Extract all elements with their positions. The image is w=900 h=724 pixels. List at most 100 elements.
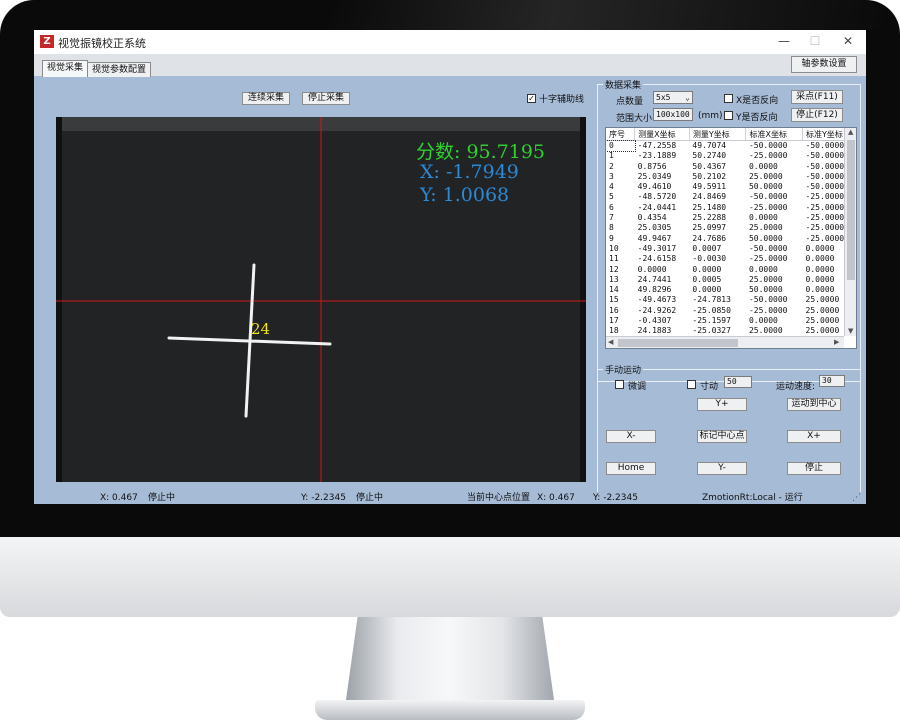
table-cell: -24.0441 (637, 202, 677, 212)
close-button[interactable]: ✕ (838, 33, 858, 49)
sample-point-button[interactable]: 采点(F11) (791, 90, 843, 104)
camera-view[interactable]: 分数: 95.7195 X: -1.7949 Y: 1.0068 24 (56, 117, 586, 482)
table-horizontal-scrollbar[interactable]: ◀ ▶ (606, 336, 844, 348)
table-row[interactable]: 0 -47.2558 49.7074 -50.0000 -50.0000 (606, 139, 856, 153)
app-logo-icon: Z (40, 35, 54, 48)
table-cell: -25.0000 (748, 151, 788, 161)
table-cell: -25.0000 (748, 305, 788, 315)
horizontal-scroll-thumb[interactable] (618, 339, 738, 347)
table-row[interactable]: 3 25.0349 50.2102 25.0000 -50.0000 (606, 172, 856, 182)
table-cell: 6 (609, 202, 614, 212)
table-cell: 0.0007 (692, 243, 722, 253)
x-reverse-label: X是否反向 (736, 96, 779, 106)
table-cell: 49.9467 (637, 233, 672, 243)
table-cell: -24.6158 (637, 254, 677, 264)
speed-input[interactable]: 30 (819, 375, 845, 387)
continuous-capture-button[interactable]: 连续采集 (242, 92, 290, 105)
table-row[interactable]: 1 -23.1889 50.2740 -25.0000 -50.0000 (606, 151, 856, 161)
table-cell: 0.0000 (748, 161, 778, 171)
table-cell: 11 (609, 254, 619, 264)
client-area: 视觉采集 视觉参数配置 轴参数设置 连续采集 停止采集 ✓ 十字辅助线 分数: … (34, 54, 866, 504)
table-cell: 9 (609, 233, 614, 243)
resize-grip-icon[interactable]: ⋰ (852, 492, 861, 504)
x-reverse-checkbox[interactable] (724, 94, 733, 103)
table-row[interactable]: 8 25.0305 25.0997 25.0000 -25.0000 (606, 223, 856, 233)
table-cell: -25.0850 (692, 305, 731, 315)
stop-motion-button[interactable]: 停止 (787, 462, 841, 475)
tab-visual-params[interactable]: 视觉参数配置 (87, 62, 152, 77)
table-cell: 50.0000 (748, 285, 783, 295)
y-readout: Y: 1.0068 (420, 184, 510, 206)
stop-sampling-button[interactable]: 停止(F12) (791, 108, 843, 122)
table-row[interactable]: 16 -24.9262 -25.0850 -25.0000 25.0000 (606, 306, 856, 316)
table-row[interactable]: 13 24.7441 0.0005 25.0000 0.0000 (606, 275, 856, 285)
table-cell: -49.4673 (637, 295, 677, 305)
table-cell: 25.0000 (748, 171, 783, 181)
table-cell: 1 (609, 151, 614, 161)
table-row[interactable]: 14 49.8296 0.0000 50.0000 0.0000 (606, 285, 856, 295)
move-to-center-button[interactable]: 运动到中心 (787, 398, 841, 411)
points-select[interactable]: 5x5 ⌄ (653, 91, 693, 104)
table-row[interactable]: 7 0.4354 25.2288 0.0000 -25.0000 (606, 213, 856, 223)
table-row[interactable]: 17 -0.4307 -25.1597 0.0000 25.0000 (606, 316, 856, 326)
range-input[interactable]: 100x100 (653, 108, 693, 121)
inch-move-checkbox[interactable] (687, 380, 696, 389)
table-row[interactable]: 6 -24.0441 25.1480 -25.0000 -25.0000 (606, 203, 856, 213)
x-minus-button[interactable]: X- (606, 430, 656, 443)
table-row[interactable]: 2 0.8756 50.4367 0.0000 -50.0000 (606, 162, 856, 172)
home-button[interactable]: Home (606, 462, 656, 475)
chevron-down-icon: ⌄ (685, 93, 690, 102)
table-row[interactable]: 15 -49.4673 -24.7813 -50.0000 25.0000 (606, 295, 856, 305)
mark-center-button[interactable]: 标记中心点 (697, 430, 747, 443)
table-cell: 25.0000 (748, 223, 783, 233)
table-cell: -25.0000 (748, 202, 788, 212)
y-minus-button[interactable]: Y- (697, 462, 747, 475)
status-y: Y: -2.2345 (301, 493, 346, 503)
y-reverse-label: Y是否反向 (736, 113, 778, 123)
table-cell: -24.9262 (637, 305, 677, 315)
table-row[interactable]: 9 49.9467 24.7686 50.0000 -25.0000 (606, 234, 856, 244)
vertical-scroll-thumb[interactable] (847, 140, 855, 280)
y-plus-button[interactable]: Y+ (697, 398, 747, 411)
table-cell: 3 (609, 171, 614, 181)
minimize-button[interactable]: — (774, 33, 794, 49)
inch-move-label: 寸动 (700, 382, 719, 392)
table-row[interactable]: 10 -49.3017 0.0007 -50.0000 0.0000 (606, 244, 856, 254)
crosshair-checkbox[interactable]: ✓ (527, 94, 536, 103)
table-cell: 49.4610 (637, 182, 672, 192)
scroll-left-icon[interactable]: ◀ (608, 338, 613, 346)
status-center-y: Y: -2.2345 (593, 493, 638, 503)
fine-tune-checkbox[interactable] (615, 380, 624, 389)
maximize-button[interactable]: ☐ (805, 33, 825, 49)
table-row[interactable]: 5 -48.5720 24.8469 -50.0000 -25.0000 (606, 192, 856, 202)
table-cell: 50.4367 (692, 161, 727, 171)
scroll-right-icon[interactable]: ▶ (834, 338, 839, 346)
table-cell: -50.0000 (748, 192, 788, 202)
range-unit: (mm) (698, 111, 723, 121)
tab-strip: 视觉采集 视觉参数配置 轴参数设置 (34, 54, 866, 77)
table-cell: -50.0000 (748, 141, 788, 150)
table-cell: 25.0997 (692, 223, 727, 233)
points-label: 点数量 (616, 97, 644, 107)
axis-params-button[interactable]: 轴参数设置 (791, 56, 857, 73)
tab-visual-capture[interactable]: 视觉采集 (42, 60, 89, 77)
table-header-cell[interactable]: 测量Y坐标 (689, 128, 747, 141)
scroll-up-icon[interactable]: ▲ (848, 128, 853, 136)
table-row[interactable]: 11 -24.6158 -0.0030 -25.0000 0.0000 (606, 254, 856, 264)
table-row[interactable]: 4 49.4610 49.5911 50.0000 -50.0000 (606, 182, 856, 192)
scroll-down-icon[interactable]: ▼ (848, 327, 853, 335)
table-cell: 0.0000 (748, 316, 778, 326)
y-reverse-checkbox[interactable] (724, 111, 733, 120)
points-table[interactable]: 序号 测量X坐标 测量Y坐标 标准X坐标 标准Y坐标 0 -47.2558 49.7074-… (605, 127, 857, 349)
table-header-cell[interactable]: 序号 (606, 128, 636, 141)
table-header-cell[interactable]: 测量X坐标 (634, 128, 690, 141)
table-vertical-scrollbar[interactable]: ▲ ▼ (844, 128, 856, 336)
inch-move-input[interactable]: 50 (724, 376, 752, 388)
x-plus-button[interactable]: X+ (787, 430, 841, 443)
points-table-grid: 序号 测量X坐标 测量Y坐标 标准X坐标 标准Y坐标 0 -47.2558 49.7074-… (606, 128, 856, 337)
stop-capture-button[interactable]: 停止采集 (302, 92, 350, 105)
table-cell: -24.7813 (692, 295, 731, 305)
table-row[interactable]: 12 0.0000 0.0000 0.0000 0.0000 (606, 265, 856, 275)
table-header-cell[interactable]: 标准X坐标 (745, 128, 804, 141)
table-cell: 0.0000 (637, 264, 667, 274)
